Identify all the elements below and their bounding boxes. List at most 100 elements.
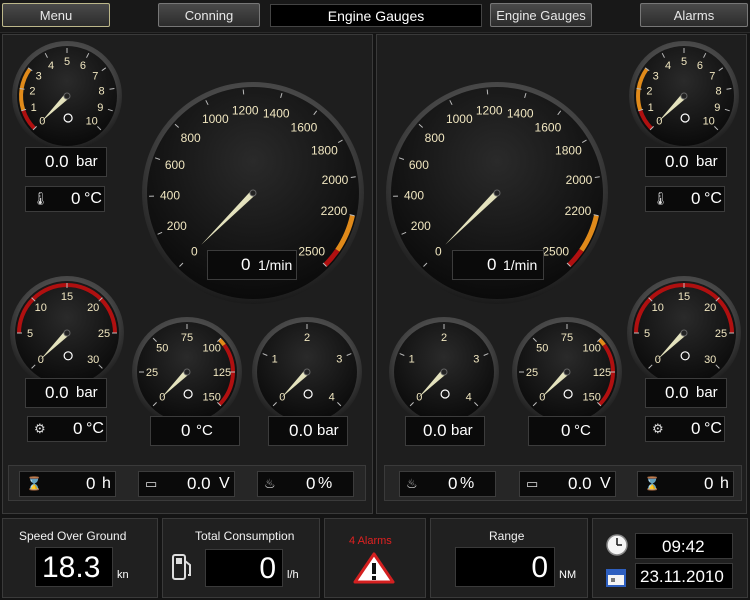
left-voltage-unit: V — [219, 475, 230, 492]
range-display: 0 — [455, 547, 555, 587]
left-rpm-tick-label: 1200 — [232, 103, 259, 117]
right-turbo-pressure-hub — [440, 368, 448, 376]
left-turbo-pressure-tick-label: 1 — [272, 354, 278, 366]
left-oil-pressure-tick-label: 1 — [31, 102, 37, 114]
right-turbo-pressure-tick-label: 2 — [441, 332, 447, 344]
left-voltage-readout: ▭ 0.0 V — [138, 471, 235, 497]
calendar-icon — [606, 569, 626, 587]
left-rpm-hub — [249, 189, 257, 197]
engine-load-icon: ♨ — [406, 476, 418, 491]
range-section: Range 0 NM — [430, 518, 588, 598]
right-coolant-temp-tick-label: 50 — [536, 342, 548, 354]
left-rpm-tick-label: 1400 — [263, 106, 290, 120]
datetime-section: 09:42 23.11.2010 — [592, 518, 748, 598]
consumption-unit: l/h — [287, 569, 299, 581]
range-label: Range — [489, 529, 525, 543]
right-rpm-hub — [493, 189, 501, 197]
left-fuel-pressure-tick-label: 0 — [38, 354, 44, 366]
left-rpm-tick-label: 2500 — [298, 245, 325, 259]
right-summary-strip: ♨ 0 % ▭ 0.0 V ⌛ 0 h — [384, 465, 742, 501]
right-oil-pressure-tick-label: 5 — [681, 56, 687, 68]
left-turbo-pressure-tick-label: 2 — [304, 332, 310, 344]
left-coolant-temp-gauge: 0 25 50 75 100 125 150 — [132, 317, 242, 427]
sog-unit: kn — [117, 569, 129, 581]
right-oil-pressure-value: 0.0 — [665, 152, 689, 171]
left-rpm-tick-label: 1600 — [291, 120, 318, 134]
left-oil-pressure-value: 0.0 — [45, 152, 69, 171]
sog-label: Speed Over Ground — [19, 529, 127, 543]
right-fuel-pressure-tick-label: 10 — [652, 302, 664, 314]
left-coolant-temp-unit: °C — [196, 422, 213, 439]
right-oil-pressure-readout: 0.0 bar — [645, 147, 727, 177]
left-coolant-temp-readout: 0 °C — [150, 416, 240, 446]
left-rpm-tick-label: 200 — [167, 219, 187, 233]
right-gear-temp-readout: ⚙ 0 °C — [645, 416, 725, 442]
alarm-section[interactable]: 4 Alarms — [324, 518, 426, 598]
right-hours-value: 0 — [704, 474, 714, 493]
left-fuel-pressure-value: 0.0 — [45, 383, 69, 402]
right-rpm-tick-label: 400 — [404, 189, 424, 203]
right-oil-pressure-tick-label: 3 — [653, 70, 659, 82]
left-coolant-temp-hub — [183, 368, 191, 376]
right-load-unit: % — [460, 475, 475, 492]
left-oil-pressure-tick-label: 5 — [64, 56, 70, 68]
right-fuel-pressure-tick-label: 15 — [678, 291, 690, 303]
right-coolant-temp-gauge: 0 25 50 75 100 125 150 — [512, 317, 622, 427]
right-oil-pressure-tick-label: 1 — [648, 102, 654, 114]
left-load-unit: % — [318, 475, 333, 492]
battery-icon: ▭ — [526, 476, 539, 491]
left-fuel-pressure-tick-label: 5 — [27, 328, 33, 340]
left-rpm-tick-label: 1000 — [202, 112, 229, 126]
oil-temp-icon: 🌡 — [32, 191, 49, 206]
left-fuel-pressure-tick-label: 25 — [98, 328, 110, 340]
right-coolant-temp-readout: 0 °C — [528, 416, 606, 446]
right-oil-pressure-tick-label: 0 — [656, 116, 662, 128]
right-oil-pressure-gauge: 01 234 5 678 9 10 — [629, 41, 739, 151]
right-hours-readout: ⌛ 0 h — [637, 471, 734, 497]
left-oil-pressure-tick-label: 8 — [99, 86, 105, 98]
oil-temp-icon: 🌡 — [652, 191, 669, 206]
right-oil-pressure-tick-label: 8 — [716, 86, 722, 98]
right-hours-unit: h — [720, 475, 729, 492]
sog-display: 18.3 — [35, 547, 113, 587]
right-rpm-tick-label: 200 — [411, 219, 431, 233]
left-turbo-pressure-unit: bar — [317, 422, 339, 439]
time-display: 09:42 — [635, 533, 733, 559]
sog-section: Speed Over Ground 18.3 kn — [2, 518, 158, 598]
left-oil-pressure-tick-label: 0 — [39, 116, 45, 128]
gear-temp-icon: ⚙ — [652, 421, 664, 436]
left-oil-temp-value: 0 — [71, 189, 81, 208]
left-oil-temp-readout: 🌡 0 °C — [25, 186, 105, 212]
right-fuel-pressure-tick-label: 25 — [715, 328, 727, 340]
left-coolant-temp-tick-label: 25 — [146, 367, 158, 379]
left-rpm-readout: 0 1/min — [207, 250, 297, 280]
right-fuel-pressure-value: 0.0 — [665, 383, 689, 402]
right-coolant-temp-tick-label: 0 — [539, 392, 545, 404]
fuel-pump-icon — [172, 554, 191, 580]
right-turbo-pressure-gauge: 0 1 2 3 4 — [389, 317, 499, 427]
right-rpm-tick-mark — [486, 89, 489, 95]
left-coolant-temp-tick-label: 50 — [156, 342, 168, 354]
time-value: 09:42 — [662, 537, 705, 556]
right-turbo-pressure-tick-label: 3 — [473, 354, 479, 366]
date-value: 23.11.2010 — [640, 567, 724, 586]
engine-load-icon: ♨ — [264, 476, 276, 491]
left-oil-pressure-gauge: 01 234 5 678 9 10 — [12, 41, 122, 151]
right-voltage-readout: ▭ 0.0 V — [519, 471, 616, 497]
left-voltage-value: 0.0 — [187, 474, 211, 493]
warning-icon[interactable] — [353, 551, 395, 585]
right-rpm-tick-label: 600 — [409, 158, 429, 172]
left-fuel-pressure-tick-label: 20 — [87, 302, 99, 314]
left-oil-pressure-tick-label: 4 — [48, 60, 54, 72]
left-rpm-tick-mark — [242, 89, 245, 95]
right-rpm-tick-label: 1600 — [535, 120, 562, 134]
left-hours-unit: h — [102, 475, 111, 492]
left-fuel-pressure-tick-label: 10 — [35, 302, 47, 314]
left-rpm-unit: 1/min — [258, 257, 293, 273]
left-turbo-pressure-tick-label: 3 — [336, 354, 342, 366]
left-turbo-pressure-tick-label: 0 — [279, 392, 285, 404]
right-turbo-pressure-readout: 0.0 bar — [405, 416, 485, 446]
right-fuel-pressure-tick-label: 5 — [644, 328, 650, 340]
right-oil-temp-value: 0 — [691, 189, 701, 208]
right-rpm-tick-label: 2200 — [565, 204, 592, 218]
